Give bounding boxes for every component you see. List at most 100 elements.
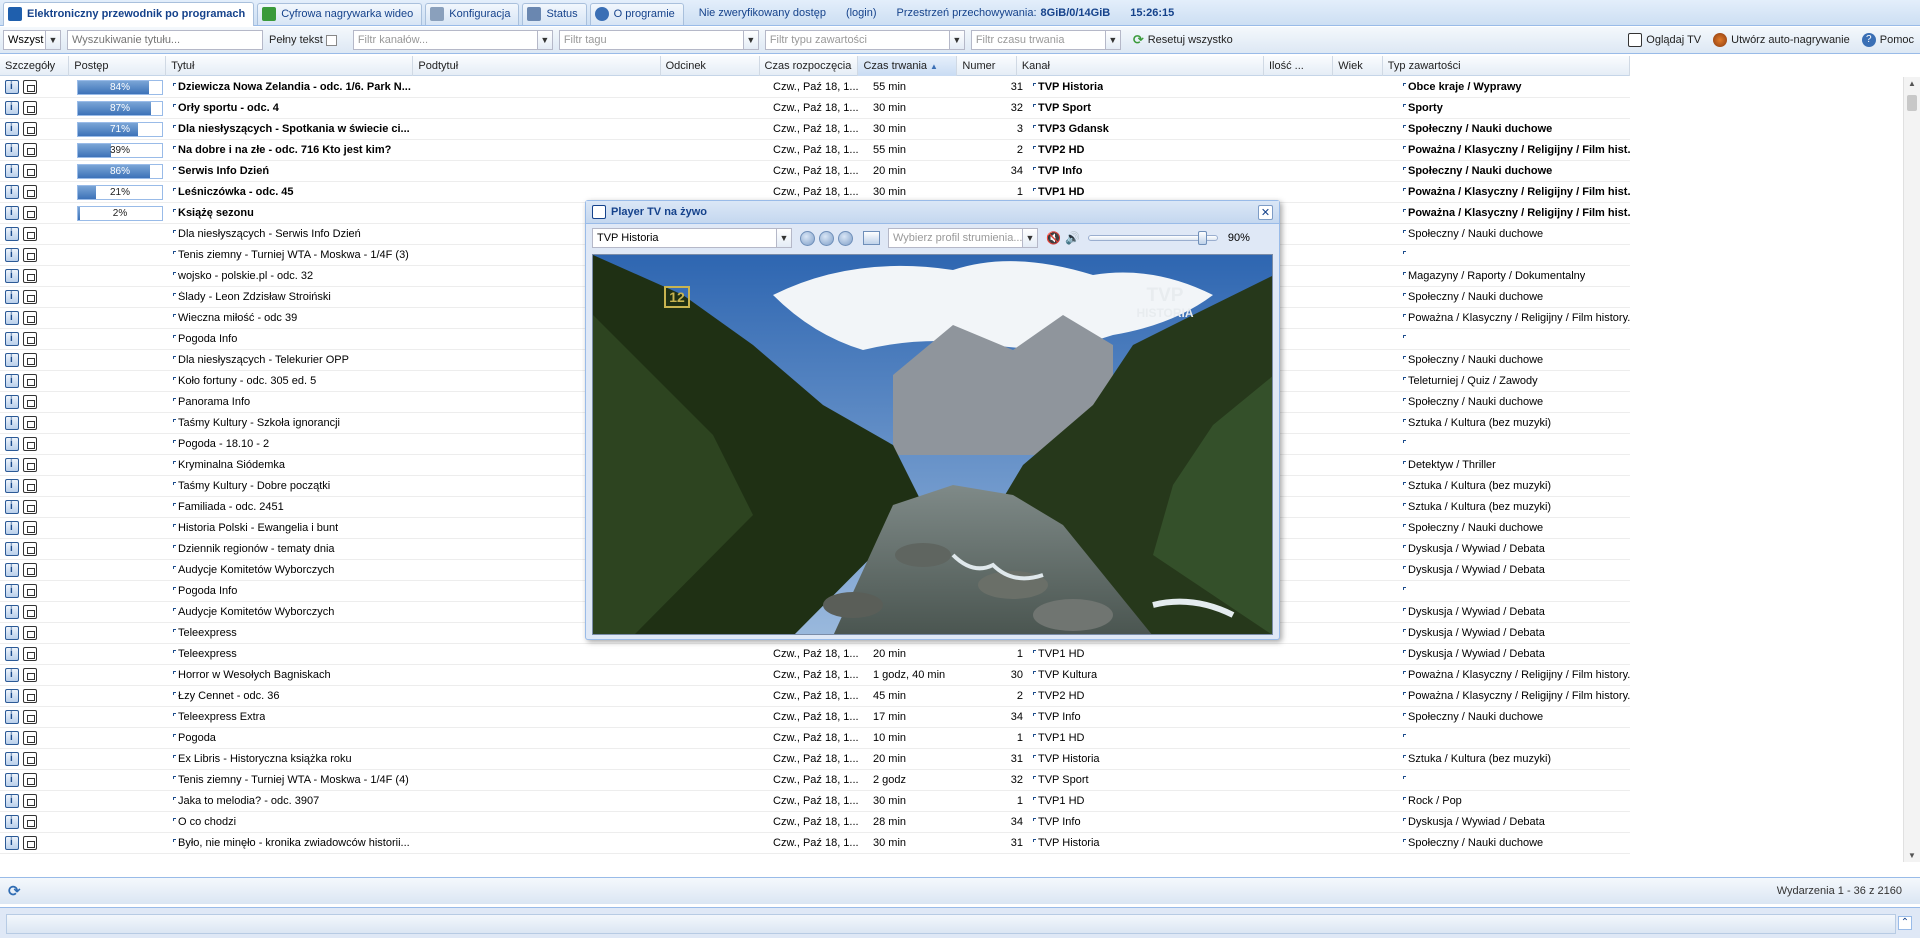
record-icon[interactable] <box>23 752 37 766</box>
column-header-9[interactable]: Ilość ... <box>1264 56 1334 76</box>
details-icon[interactable] <box>5 437 19 451</box>
details-icon[interactable] <box>5 521 19 535</box>
chevron-down-icon[interactable]: ▼ <box>742 31 758 49</box>
table-row[interactable]: 86% Serwis Info Dzień Czw., Paź 18, 1... 20… <box>0 161 1630 182</box>
volume-slider-knob[interactable] <box>1197 231 1207 245</box>
tab-4[interactable]: O programie <box>589 2 684 25</box>
player-title-bar[interactable]: Player TV na żywo ✕ <box>586 201 1279 224</box>
details-icon[interactable] <box>5 479 19 493</box>
details-icon[interactable] <box>5 668 19 682</box>
tab-3[interactable]: Status <box>522 2 587 25</box>
details-icon[interactable] <box>5 374 19 388</box>
details-icon[interactable] <box>5 584 19 598</box>
details-icon[interactable] <box>5 122 19 136</box>
details-icon[interactable] <box>5 752 19 766</box>
video-display[interactable]: 12 TVP HISTORIA <box>592 254 1273 635</box>
tab-1[interactable]: Cyfrowa nagrywarka wideo <box>257 2 423 25</box>
scroll-down-icon[interactable]: ▼ <box>1908 851 1916 860</box>
watch-tv-button[interactable]: Oglądaj TV <box>1622 29 1707 51</box>
column-header-4[interactable]: Odcinek <box>661 56 760 76</box>
details-icon[interactable] <box>5 395 19 409</box>
duration-filter-combo[interactable]: Filtr czasu trwania ▼ <box>970 30 1121 50</box>
record-icon[interactable] <box>23 689 37 703</box>
record-icon[interactable] <box>23 437 37 451</box>
table-row[interactable]: O co chodzi Czw., Paź 18, 1... 28 min 34 TVP… <box>0 812 1630 833</box>
scroll-thumb[interactable] <box>1907 95 1917 111</box>
details-icon[interactable] <box>5 206 19 220</box>
details-icon[interactable] <box>5 227 19 241</box>
record-icon[interactable] <box>23 332 37 346</box>
record-icon[interactable] <box>23 374 37 388</box>
chevron-down-icon[interactable]: ▼ <box>948 31 964 49</box>
table-row[interactable]: Łzy Cennet - odc. 36 Czw., Paź 18, 1... 45… <box>0 686 1630 707</box>
record-icon[interactable] <box>23 122 37 136</box>
channel-filter-combo[interactable]: Filtr kanałów... ▼ <box>352 30 553 50</box>
record-icon[interactable] <box>23 605 37 619</box>
stop-icon[interactable] <box>838 230 853 246</box>
record-icon[interactable] <box>23 248 37 262</box>
record-icon[interactable] <box>23 80 37 94</box>
record-icon[interactable] <box>23 311 37 325</box>
record-icon[interactable] <box>23 185 37 199</box>
record-icon[interactable] <box>23 164 37 178</box>
player-channel-select[interactable]: TVP Historia ▼ <box>592 228 792 248</box>
details-icon[interactable] <box>5 332 19 346</box>
details-icon[interactable] <box>5 164 19 178</box>
details-icon[interactable] <box>5 794 19 808</box>
record-icon[interactable] <box>23 269 37 283</box>
volume-slider[interactable] <box>1087 231 1218 245</box>
tab-2[interactable]: Konfiguracja <box>425 2 520 25</box>
record-icon[interactable] <box>23 101 37 115</box>
record-icon[interactable] <box>23 626 37 640</box>
refresh-icon[interactable]: ⟳ <box>8 882 21 900</box>
chevron-down-icon[interactable]: ▼ <box>776 229 791 247</box>
details-icon[interactable] <box>5 710 19 724</box>
record-icon[interactable] <box>23 815 37 829</box>
chevron-down-icon[interactable]: ▼ <box>1104 31 1120 49</box>
table-row[interactable]: 39% Na dobre i na złe - odc. 716 Kto jest… <box>0 140 1630 161</box>
table-row[interactable]: Ex Libris - Historyczna książka roku Czw.… <box>0 749 1630 770</box>
record-icon[interactable] <box>23 500 37 514</box>
scroll-up-icon[interactable]: ▲ <box>1908 79 1916 88</box>
details-icon[interactable] <box>5 143 19 157</box>
details-icon[interactable] <box>5 773 19 787</box>
vertical-scrollbar[interactable]: ▲ ▼ <box>1903 77 1920 862</box>
chevron-down-icon[interactable]: ▼ <box>45 31 60 49</box>
play-icon[interactable] <box>800 230 815 246</box>
column-header-10[interactable]: Wiek <box>1333 56 1383 76</box>
record-icon[interactable] <box>23 773 37 787</box>
record-icon[interactable] <box>23 290 37 304</box>
content-type-filter-combo[interactable]: Filtr typu zawartości ▼ <box>764 30 965 50</box>
details-icon[interactable] <box>5 605 19 619</box>
tag-filter-combo[interactable]: Filtr tagu ▼ <box>558 30 759 50</box>
details-icon[interactable] <box>5 647 19 661</box>
close-icon[interactable]: ✕ <box>1258 204 1273 220</box>
details-icon[interactable] <box>5 248 19 262</box>
stream-profile-select[interactable]: Wybierz profil strumienia... ▼ <box>888 228 1038 248</box>
table-row[interactable]: Teleexpress Czw., Paź 18, 1... 20 min 1 TVP1… <box>0 644 1630 665</box>
table-row[interactable]: 87% Orły sportu - odc. 4 Czw., Paź 18, 1..… <box>0 98 1630 119</box>
popout-icon[interactable] <box>863 231 880 245</box>
fulltext-checkbox[interactable] <box>325 34 337 46</box>
details-icon[interactable] <box>5 311 19 325</box>
column-header-0[interactable]: Szczegóły <box>0 56 70 76</box>
reset-all-button[interactable]: ⟳ Resetuj wszystko <box>1127 29 1239 51</box>
help-button[interactable]: ? Pomoc <box>1856 29 1920 51</box>
table-row[interactable]: Było, nie minęło - kronika zwiadowców hi… <box>0 833 1630 854</box>
record-icon[interactable] <box>23 395 37 409</box>
details-icon[interactable] <box>5 80 19 94</box>
column-header-2[interactable]: Tytuł <box>166 56 414 76</box>
record-icon[interactable] <box>23 227 37 241</box>
create-autorec-button[interactable]: Utwórz auto-nagrywanie <box>1707 29 1856 51</box>
table-row[interactable]: 84% Dziewicza Nowa Zelandia - odc. 1/6. P… <box>0 77 1630 98</box>
record-icon[interactable] <box>23 479 37 493</box>
table-row[interactable]: Pogoda Czw., Paź 18, 1... 10 min 1 TVP1 HD <box>0 728 1630 749</box>
record-icon[interactable] <box>23 416 37 430</box>
record-icon[interactable] <box>23 206 37 220</box>
pause-icon[interactable] <box>819 230 834 246</box>
record-icon[interactable] <box>23 668 37 682</box>
table-row[interactable]: 71% Dla niesłyszących - Spotkania w świec… <box>0 119 1630 140</box>
details-icon[interactable] <box>5 836 19 850</box>
column-header-6[interactable]: Czas trwania ▲ <box>858 56 958 76</box>
record-icon[interactable] <box>23 563 37 577</box>
